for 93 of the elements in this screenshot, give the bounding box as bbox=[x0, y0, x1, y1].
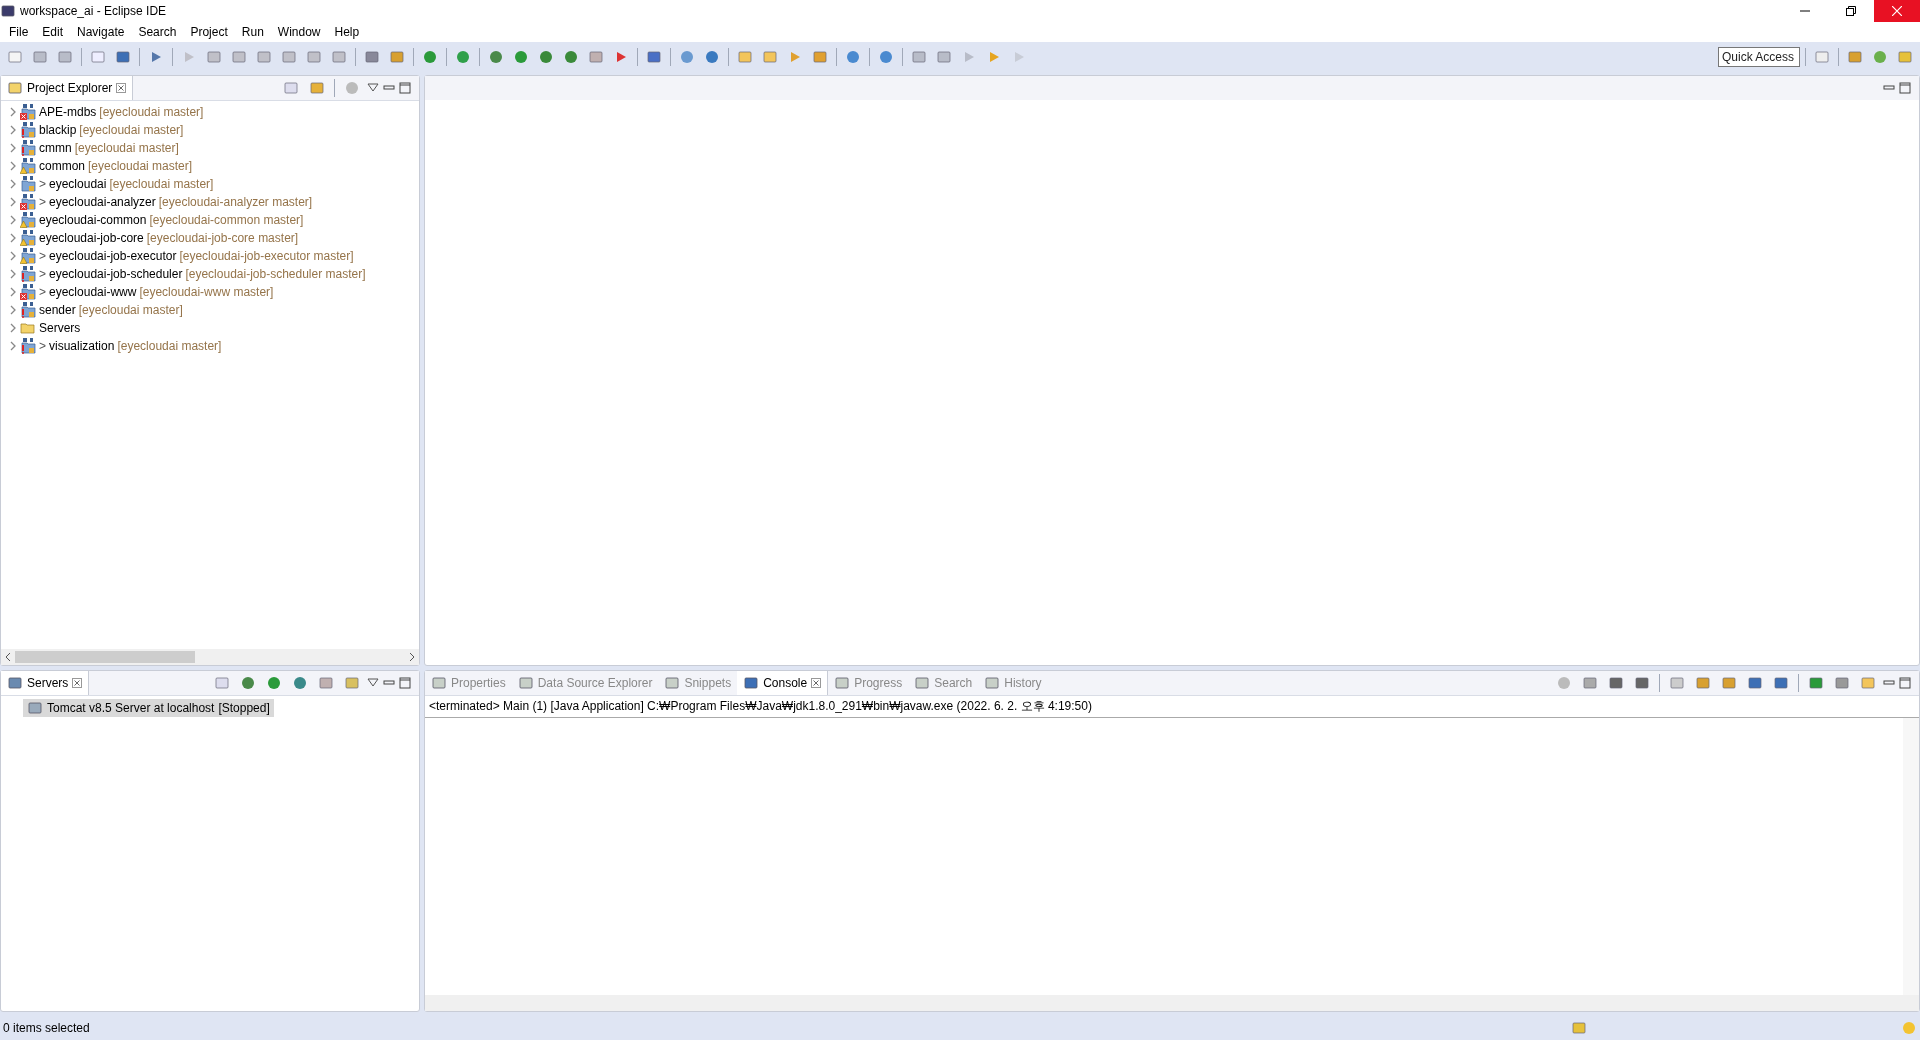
menu-item[interactable]: Run bbox=[234, 25, 271, 39]
project-name: eyecloudai-job-core bbox=[39, 231, 144, 245]
changed-marker: > bbox=[39, 267, 46, 281]
git-branch-label: [eyecloudai master] bbox=[99, 105, 204, 119]
tree-item[interactable]: > eyecloudai-job-scheduler [eyecloudai-job-scheduler master] bbox=[1, 265, 419, 283]
project-name: eyecloudai bbox=[49, 177, 107, 191]
project-name: eyecloudai-job-scheduler bbox=[49, 267, 183, 281]
view-menu-icon[interactable] bbox=[367, 83, 379, 93]
git-branch-label: [eyecloudai-common master] bbox=[149, 213, 304, 227]
project-name: APE-mdbs bbox=[39, 105, 97, 119]
view-tab[interactable]: Servers bbox=[1, 671, 90, 695]
maximize-icon[interactable] bbox=[399, 82, 411, 94]
project-name: common bbox=[39, 159, 85, 173]
project-name: sender bbox=[39, 303, 76, 317]
restore-icon bbox=[1846, 6, 1856, 16]
tab-icon bbox=[914, 675, 931, 691]
project-name: blackip bbox=[39, 123, 77, 137]
project-name: eyecloudai-analyzer bbox=[49, 195, 156, 209]
tab-icon bbox=[834, 675, 851, 691]
git-branch-label: [eyecloudai master] bbox=[79, 123, 184, 137]
quick-access-field[interactable]: Quick Access bbox=[1718, 47, 1800, 67]
git-branch-label: [eyecloudai-job-executor master] bbox=[179, 249, 354, 263]
git-branch-label: [eyecloudai master] bbox=[88, 159, 193, 173]
menu-item[interactable]: Help bbox=[327, 25, 367, 39]
project-name: eyecloudai-job-executor bbox=[49, 249, 177, 263]
tree-item[interactable]: Servers bbox=[1, 319, 419, 337]
tree-item[interactable]: eyecloudai-common [eyecloudai-common master] bbox=[1, 211, 419, 229]
server-name: Tomcat v8.5 Server at localhost bbox=[47, 701, 215, 715]
git-branch-label: [eyecloudai master] bbox=[74, 141, 179, 155]
tree-item[interactable]: common [eyecloudai master] bbox=[1, 157, 419, 175]
scroll-right-icon[interactable] bbox=[409, 652, 415, 662]
git-branch-label: [eyecloudai-job-core master] bbox=[146, 231, 299, 245]
tree-item[interactable]: sender [eyecloudai master] bbox=[1, 301, 419, 319]
tree-item[interactable]: cmmn [eyecloudai master] bbox=[1, 139, 419, 157]
tab-label: Servers bbox=[27, 676, 69, 690]
project-name: Servers bbox=[39, 321, 81, 335]
tab-label: Project Explorer bbox=[27, 81, 113, 95]
console-header: <terminated> Main (1) [Java Application] C:₩Program Files₩Java₩jdk1.8.0_291₩bin₩javaw.exe (2022. 6. 2. 오후 4:19:50) bbox=[425, 696, 1919, 718]
tree-item[interactable]: > eyecloudai-analyzer [eyecloudai-analyzer master] bbox=[1, 193, 419, 211]
menu-item[interactable]: Search bbox=[131, 25, 184, 39]
project-name: cmmn bbox=[39, 141, 72, 155]
changed-marker: > bbox=[39, 177, 46, 191]
tree-item[interactable]: > eyecloudai [eyecloudai master] bbox=[1, 175, 419, 193]
git-branch-label: [eyecloudai master] bbox=[109, 177, 214, 191]
tree-item[interactable]: > eyecloudai-www [eyecloudai-www master] bbox=[1, 283, 419, 301]
close-icon bbox=[1892, 6, 1902, 16]
changed-marker: > bbox=[39, 285, 46, 299]
view-tab[interactable]: Project Explorer bbox=[1, 76, 134, 100]
servers-icon bbox=[7, 675, 23, 691]
project-name: eyecloudai-www bbox=[49, 285, 137, 299]
horizontal-scrollbar[interactable] bbox=[425, 995, 1919, 1011]
scroll-left-icon[interactable] bbox=[5, 652, 11, 662]
menu-item[interactable]: Edit bbox=[35, 25, 71, 39]
tab-icon bbox=[431, 675, 447, 691]
git-branch-label: [eyecloudai master] bbox=[78, 303, 183, 317]
tab-icon bbox=[743, 675, 760, 691]
close-icon[interactable] bbox=[116, 83, 127, 93]
tree-item[interactable]: > eyecloudai-job-executor [eyecloudai-job-executor master] bbox=[1, 247, 419, 265]
menu-item[interactable]: Window bbox=[270, 25, 328, 39]
status-text: 0 items selected bbox=[3, 1020, 90, 1035]
tree-item[interactable]: blackip [eyecloudai master] bbox=[1, 121, 419, 139]
window-title: workspace_ai - Eclipse IDE bbox=[20, 4, 167, 18]
app-logo-icon bbox=[0, 3, 16, 19]
tree-item[interactable]: eyecloudai-job-core [eyecloudai-job-core master] bbox=[1, 229, 419, 247]
git-branch-label: [eyecloudai-job-scheduler master] bbox=[185, 267, 366, 281]
server-state: [Stopped] bbox=[218, 701, 270, 715]
changed-marker: > bbox=[39, 339, 46, 353]
git-branch-label: [eyecloudai-analyzer master] bbox=[158, 195, 313, 209]
git-branch-label: [eyecloudai master] bbox=[117, 339, 222, 353]
tree-item[interactable]: > visualization [eyecloudai master] bbox=[1, 337, 419, 355]
maximize-icon[interactable] bbox=[1899, 677, 1911, 689]
tree-item[interactable]: APE-mdbs [eyecloudai master] bbox=[1, 103, 419, 121]
tab-icon bbox=[984, 675, 1001, 691]
view-tab[interactable]: Console bbox=[737, 671, 829, 695]
menu-item[interactable]: Project bbox=[183, 25, 235, 39]
tab-icon bbox=[517, 675, 534, 691]
explorer-icon bbox=[7, 80, 23, 96]
tab-icon bbox=[664, 675, 681, 691]
maximize-icon[interactable] bbox=[399, 677, 411, 689]
maximize-icon[interactable] bbox=[1899, 82, 1911, 94]
close-icon[interactable] bbox=[72, 678, 83, 688]
menu-item[interactable]: Navigate bbox=[70, 25, 132, 39]
project-name: visualization bbox=[49, 339, 115, 353]
server-item[interactable]: Tomcat v8.5 Server at localhost [Stopped] bbox=[23, 699, 274, 717]
menu-item[interactable]: File bbox=[2, 25, 36, 39]
git-branch-label: [eyecloudai-www master] bbox=[139, 285, 274, 299]
view-menu-icon[interactable] bbox=[367, 678, 379, 688]
project-name: eyecloudai-common bbox=[39, 213, 147, 227]
vertical-scrollbar[interactable] bbox=[1903, 718, 1919, 995]
changed-marker: > bbox=[39, 195, 46, 209]
changed-marker: > bbox=[39, 249, 46, 263]
close-icon[interactable] bbox=[811, 678, 822, 688]
horizontal-scrollbar[interactable] bbox=[1, 649, 419, 665]
